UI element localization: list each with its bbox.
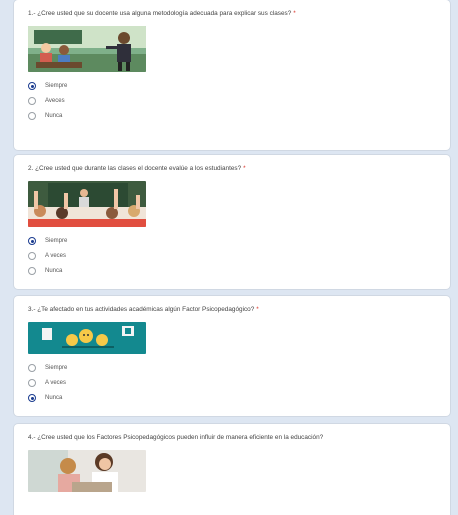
radio-nunca-selected[interactable]	[28, 394, 36, 402]
question-card-3: 3.- ¿Te afectado en tus actividades acad…	[14, 296, 450, 416]
question-title: 1.- ¿Cree usted que su docente usa algun…	[28, 10, 296, 17]
option-label: Nunca	[45, 268, 63, 274]
option-siempre[interactable]: Siempre	[28, 79, 436, 94]
required-mark: *	[293, 10, 296, 17]
radio-nunca[interactable]	[28, 267, 36, 275]
option-a-veces[interactable]: A veces	[28, 249, 436, 264]
option-label: A veces	[45, 380, 67, 386]
option-label: Siempre	[45, 365, 68, 371]
question-title: 4.- ¿Cree usted que los Factores Psicope…	[28, 434, 324, 441]
option-a-veces[interactable]: A veces	[28, 376, 436, 391]
question-card-2: 2. ¿Cree usted que durante las clases el…	[14, 155, 450, 289]
option-nunca[interactable]: Nunca	[28, 264, 436, 279]
radio-aveces[interactable]	[28, 97, 36, 105]
question-image-teacher-child	[28, 449, 146, 492]
option-nunca[interactable]: Nunca	[28, 391, 436, 406]
question-image-emotions	[28, 321, 146, 354]
option-nunca[interactable]: Nunca	[28, 109, 436, 124]
teacher-and-child-image	[28, 449, 146, 492]
students-raising-hands-image	[28, 180, 146, 227]
option-label: A veces	[45, 253, 67, 259]
option-label: Siempre	[45, 238, 68, 244]
radio-nunca[interactable]	[28, 112, 36, 120]
question-image-cartoon-teacher	[28, 25, 146, 72]
radio-siempre-selected[interactable]	[28, 237, 36, 245]
radio-siempre-selected[interactable]	[28, 82, 36, 90]
radio-siempre[interactable]	[28, 364, 36, 372]
question-card-1: 1.- ¿Cree usted que su docente usa algun…	[14, 0, 450, 150]
emoji-emotions-image	[28, 321, 146, 354]
radio-a-veces[interactable]	[28, 379, 36, 387]
question-title: 2. ¿Cree usted que durante las clases el…	[28, 165, 246, 172]
option-siempre[interactable]: Siempre	[28, 361, 436, 376]
option-label: Nunca	[45, 395, 63, 401]
required-mark: *	[256, 306, 259, 313]
radio-a-veces[interactable]	[28, 252, 36, 260]
form-page: 1.- ¿Cree usted que su docente usa algun…	[0, 0, 458, 515]
question-card-4: 4.- ¿Cree usted que los Factores Psicope…	[14, 424, 450, 515]
required-mark: *	[243, 165, 246, 172]
option-aveces[interactable]: Aveces	[28, 94, 436, 109]
option-siempre[interactable]: Siempre	[28, 234, 436, 249]
option-label: Aveces	[45, 98, 65, 104]
question-image-students	[28, 180, 146, 227]
option-label: Siempre	[45, 83, 68, 89]
cartoon-teacher-image	[28, 25, 146, 72]
question-title: 3.- ¿Te afectado en tus actividades acad…	[28, 306, 259, 313]
option-label: Nunca	[45, 113, 63, 119]
